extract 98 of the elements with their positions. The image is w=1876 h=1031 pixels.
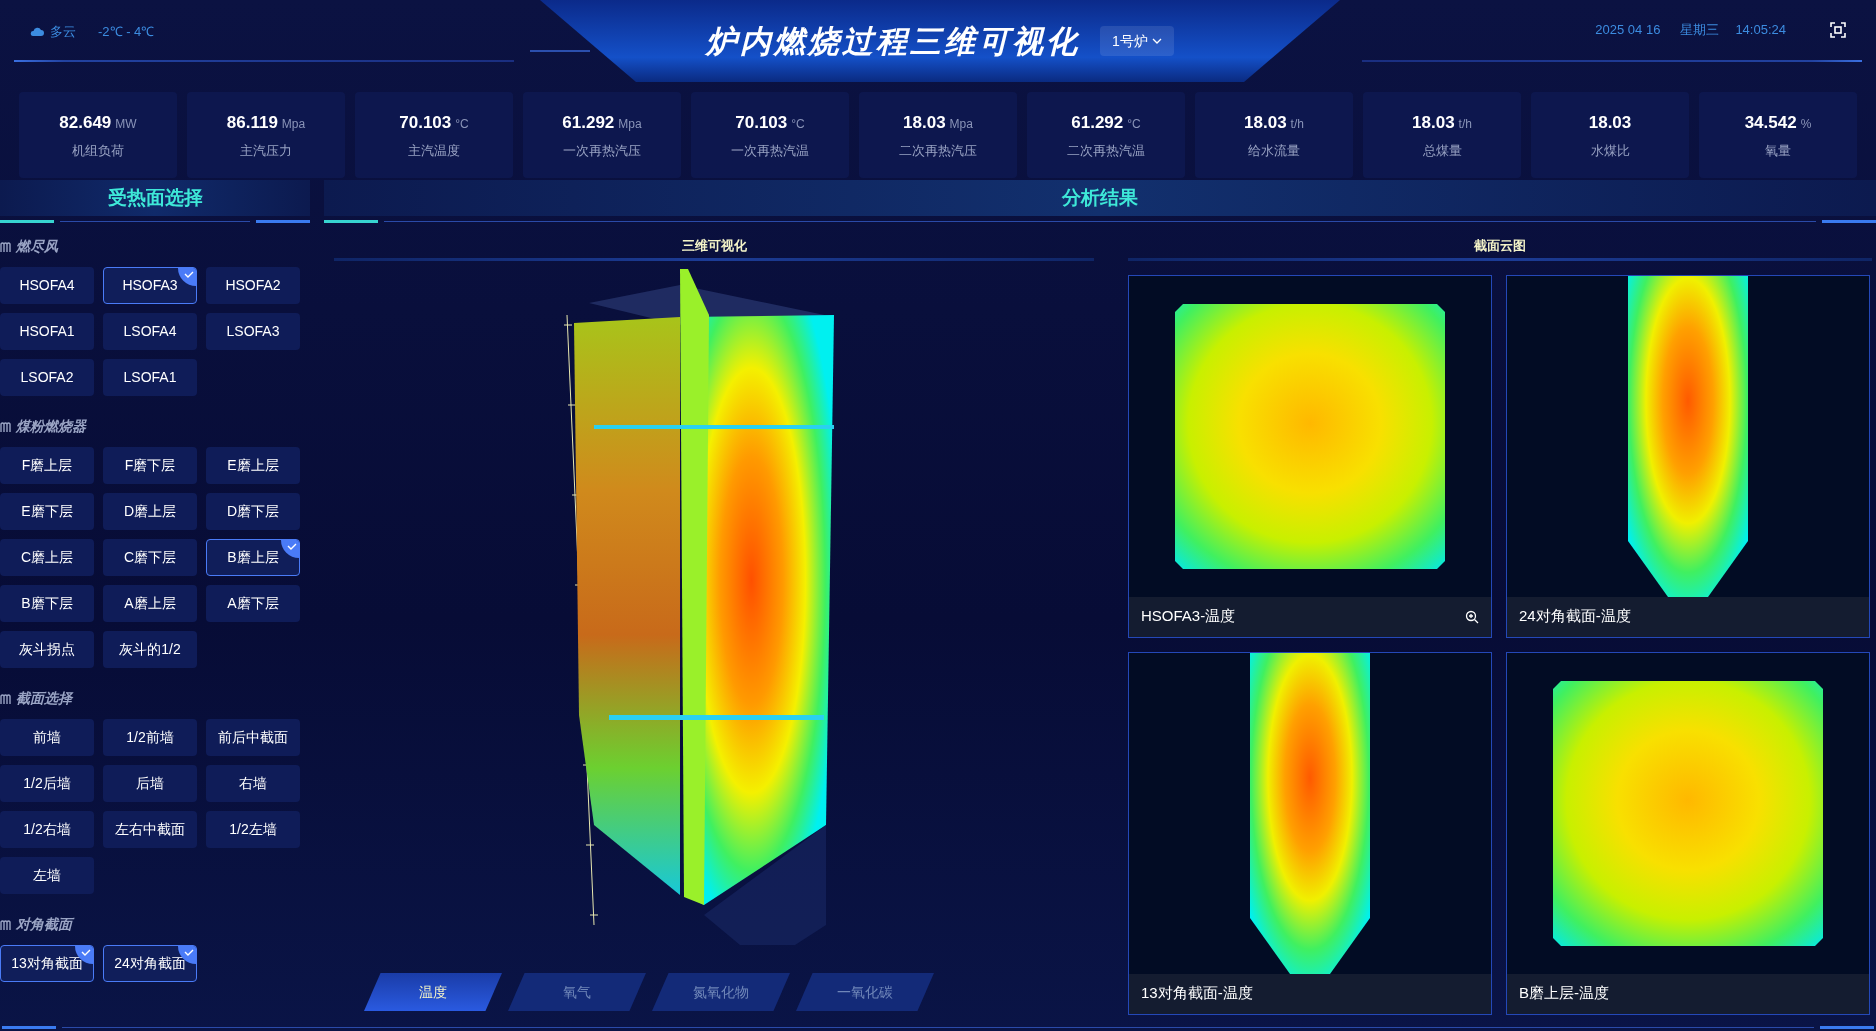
option-button[interactable]: 1/2后墙 [0,765,94,802]
kpi-unit: % [1800,115,1812,133]
option-button[interactable]: 1/2右墙 [0,811,94,848]
page-title: 炉内燃烧过程三维可视化 [706,21,1081,61]
kpi-value: 82.649 [59,111,112,134]
kpi-label: 给水流量 [1248,142,1300,160]
kpi-unit: MW [115,115,137,133]
option-button[interactable]: B磨下层 [0,585,94,622]
kpi-value: 86.119 [226,111,278,134]
kpi-unit: °C [1127,115,1141,133]
option-button[interactable]: D磨上层 [103,493,197,530]
kpi-value: 61.292 [562,111,615,134]
option-button[interactable]: 右墙 [206,765,300,802]
wave-icon [0,918,12,931]
kpi-label: 主汽压力 [240,142,292,160]
tab[interactable]: 氮氧化物 [652,973,790,1011]
check-icon [178,268,196,286]
option-button[interactable]: E磨上层 [206,447,300,484]
group-title: 燃尽风 [16,237,58,256]
kpi-value: 70.103 [735,111,788,134]
kpi-value: 34.542 [1744,111,1797,134]
option-button[interactable]: 左右中截面 [103,811,197,848]
check-icon [281,540,299,558]
option-button[interactable]: A磨下层 [206,585,300,622]
date-text: 2025 04 16 [1595,21,1661,39]
option-button[interactable]: B磨上层 [206,539,300,576]
kpi-unit: Mpa [618,115,642,133]
option-button[interactable]: HSOFA4 [0,267,94,304]
zoom-in-button[interactable] [1465,609,1479,624]
panel-caption: 13对角截面-温度 [1141,983,1253,1004]
kpi-unit: t/h [1290,115,1304,133]
option-button[interactable]: 前墙 [0,719,94,756]
tab[interactable]: 一氧化碳 [796,973,934,1011]
kpi-value: 18.03 [1244,111,1287,134]
option-button[interactable]: D磨下层 [206,493,300,530]
kpi-label: 一次再热汽温 [731,142,809,160]
temperature-range: -2℃ - 4℃ [98,23,155,41]
option-button[interactable]: LSOFA2 [0,359,94,396]
option-button[interactable]: LSOFA3 [206,313,300,350]
option-button[interactable]: F磨下层 [103,447,197,484]
option-button[interactable]: E磨下层 [0,493,94,530]
kpi-value: 61.292 [1071,111,1124,134]
weather-condition: 多云 [50,23,76,41]
option-button[interactable]: F磨上层 [0,447,94,484]
wave-icon [0,240,12,253]
option-button[interactable]: 前后中截面 [206,719,300,756]
wave-icon [0,420,12,433]
chevron-down-icon [1151,38,1162,44]
cloud-icon [30,26,44,38]
kpi-value: 18.03 [903,111,946,134]
view-title: 三维可视化 [681,237,747,255]
kpi-value: 70.103 [399,111,452,134]
kpi-value: 18.03 [1412,111,1455,134]
option-button[interactable]: 1/2左墙 [206,811,300,848]
option-button[interactable]: LSOFA1 [103,359,197,396]
kpi-label: 二次再热汽温 [1067,142,1145,160]
panel-title: 分析结果 [1062,185,1138,210]
tab[interactable]: 温度 [364,973,502,1011]
kpi-label: 二次再热汽压 [899,142,977,160]
kpi-label: 氧量 [1765,142,1791,160]
kpi-label: 总煤量 [1422,142,1462,160]
option-button[interactable]: 1/2前墙 [103,719,197,756]
kpi-label: 机组负荷 [72,142,124,160]
kpi-value: 18.03 [1588,111,1632,134]
option-button[interactable]: HSOFA1 [0,313,94,350]
group-title: 煤粉燃烧器 [16,417,86,436]
panel-caption: HSOFA3-温度 [1141,606,1236,627]
option-button[interactable]: LSOFA4 [103,313,197,350]
kpi-label: 一次再热汽压 [563,142,641,160]
panel-caption: 24对角截面-温度 [1519,606,1631,627]
panel-caption: B磨上层-温度 [1519,983,1609,1004]
option-button[interactable]: 灰斗的1/2 [103,631,197,668]
kpi-unit: °C [791,115,805,133]
option-button[interactable]: 13对角截面 [0,945,94,982]
kpi-label: 主汽温度 [408,142,460,160]
fullscreen-button[interactable] [1830,21,1846,38]
kpi-unit: Mpa [949,115,973,133]
group-title: 截面选择 [16,689,72,708]
option-button[interactable]: C磨下层 [103,539,197,576]
option-button[interactable]: HSOFA2 [206,267,300,304]
panel-title: 受热面选择 [107,185,203,210]
kpi-unit: t/h [1458,115,1472,133]
option-button[interactable]: 左墙 [0,857,94,894]
kpi-label: 水煤比 [1590,142,1630,160]
option-button[interactable]: C磨上层 [0,539,94,576]
furnace-dropdown[interactable]: 1号炉 [1100,26,1174,56]
option-button[interactable]: 灰斗拐点 [0,631,94,668]
option-button[interactable]: A磨上层 [103,585,197,622]
time-text: 14:05:24 [1735,21,1786,39]
option-button[interactable]: 24对角截面 [103,945,197,982]
weekday-text: 星期三 [1680,21,1720,39]
kpi-unit: Mpa [281,115,306,133]
tab[interactable]: 氧气 [508,973,646,1011]
option-button[interactable]: HSOFA3 [103,267,197,304]
wave-icon [0,692,12,705]
view-title: 截面云图 [1474,237,1526,255]
option-button[interactable]: 后墙 [103,765,197,802]
kpi-unit: °C [455,115,469,133]
